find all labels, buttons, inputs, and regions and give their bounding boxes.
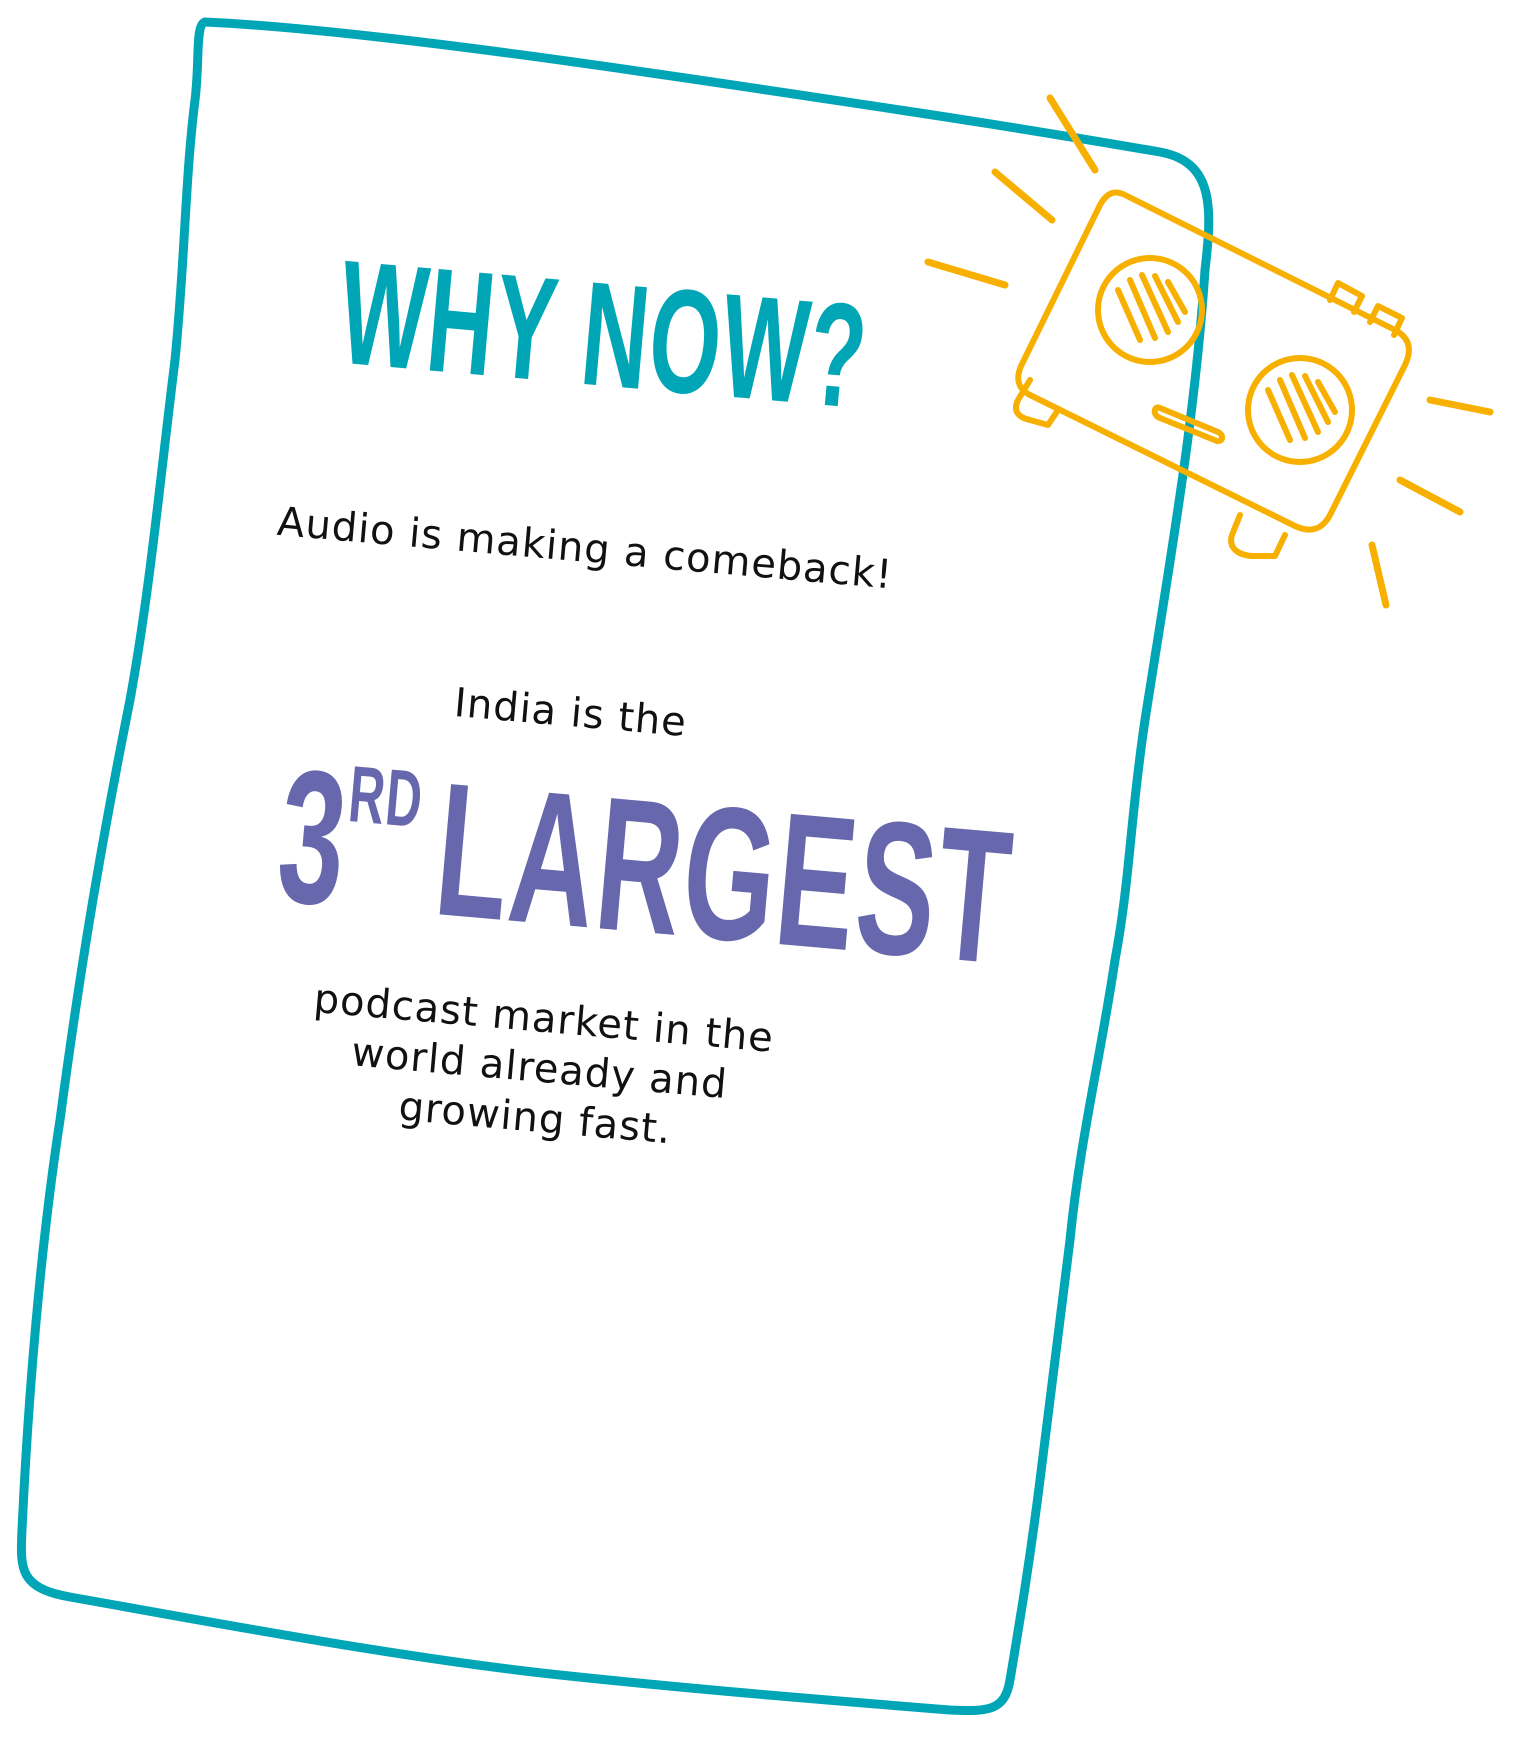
highlight-stat: 3RDLARGEST — [271, 730, 1021, 1005]
highlight-number: 3 — [270, 729, 355, 947]
highlight-suffix: RD — [345, 749, 427, 845]
tagline: Audio is making a comeback! — [275, 498, 895, 599]
highlight-word: LARGEST — [428, 743, 1021, 1005]
page-title: WHY NOW? — [333, 229, 874, 441]
card-content: WHY NOW? Audio is making a comeback! Ind… — [65, 183, 1062, 1407]
